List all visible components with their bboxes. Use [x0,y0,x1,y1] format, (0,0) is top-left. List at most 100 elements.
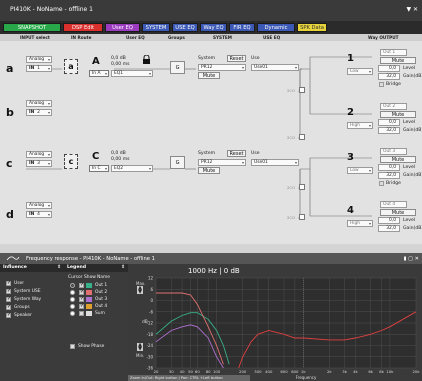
output-name-field[interactable]: Out 1 [380,49,407,56]
col-system: SYSTEM [213,35,232,40]
input-channel-select[interactable]: IN 3 [26,160,52,167]
crossover-toggle[interactable] [299,214,305,220]
system-mute-button[interactable]: Mute [198,167,220,174]
x-tick: 200 [239,369,247,374]
system-select[interactable]: PR12 [198,159,246,166]
tab-0[interactable]: SNAPSHOT [3,23,61,32]
influence-label: System Way [14,297,42,302]
x-tick: 600 [280,369,288,374]
level-spinner[interactable]: 0,0 [378,164,400,171]
col-use-eq: USE EQ [263,35,281,40]
cursor-radio[interactable] [70,290,75,295]
level-spinner[interactable]: 0,0 [378,217,400,224]
group-button[interactable]: G [170,156,185,169]
zoom-hint: Zoom In/Out: Right button | Pan: CTRL +L… [128,375,250,381]
show-phase-checkbox[interactable] [70,344,75,349]
way-select[interactable]: Low [347,167,373,174]
route-in-c[interactable]: c [64,154,78,169]
x-tick: 300 [254,369,262,374]
output-mute-button[interactable]: Mute [380,156,416,163]
influence-label: User [14,281,25,286]
cursor-radio[interactable] [70,297,75,302]
show-checkbox[interactable] [79,289,84,295]
system-mute-button[interactable]: Mute [198,72,220,79]
influence-checkbox[interactable] [6,288,11,294]
input-channel-select[interactable]: IN 4 [26,211,52,218]
frequency-plot[interactable]: 1260-6-12-18-24-30-3620 30 40 50 60 80 100 200 3… [128,264,422,381]
influence-checkbox[interactable] [6,304,11,310]
tab-4[interactable]: USE EQ [172,23,198,32]
system-reset-button[interactable]: Reset [227,150,246,157]
system-select[interactable]: PR12 [198,64,246,71]
route-tag[interactable]: In A [89,70,109,77]
output-mute-button[interactable]: Mute [380,57,416,64]
show-checkbox[interactable] [79,296,84,302]
gain-spinner[interactable]: 32,0 [378,225,400,232]
use-eq-select[interactable]: Use01 [251,159,299,166]
way-select[interactable]: High [347,122,373,129]
y-tick: -6 [149,309,153,314]
system-label: System [198,56,216,61]
bridge-checkbox[interactable] [379,181,384,186]
crossover-toggle[interactable] [299,134,305,140]
output-mute-button[interactable]: Mute [380,209,416,216]
show-checkbox[interactable] [79,282,84,288]
freq-window-controls[interactable]: ▮ ▢ ✕ [404,256,419,262]
input-type-select[interactable]: Analog [26,151,52,158]
gain-spinner[interactable]: 32,0 [378,73,400,80]
input-channel-select[interactable]: IN 1 [26,65,52,72]
tab-1[interactable]: DSP Edit [63,23,103,32]
legend-panel: Legend⇕ Cursor Show Name Out 1 Out 2 Out 3… [64,264,128,381]
show-checkbox[interactable] [79,303,84,309]
level-spinner[interactable]: 0,0 [378,119,400,126]
show-checkbox[interactable] [79,311,84,316]
crossover-toggle[interactable] [299,184,305,190]
x-tick: 800 [291,369,299,374]
crossover-label: 2CO [287,215,296,220]
output-name-field[interactable]: Out 3 [380,148,407,155]
output-mute-button[interactable]: Mute [380,111,416,118]
influence-checkbox[interactable] [6,280,11,286]
tab-5[interactable]: Way EQ [200,23,227,32]
tab-7[interactable]: Dynamic [257,23,295,32]
x-axis-label: Frequency [296,375,317,380]
bridge-label: Bridge [386,181,401,186]
user-eq-select[interactable]: EQ2 [111,165,153,172]
output-name-field[interactable]: Out 2 [380,103,407,110]
input-type-select[interactable]: Analog [26,56,52,63]
route-in-a[interactable]: a [64,59,78,74]
tab-bar: SNAPSHOT DSP Edit User EQ SYSTEM USE EQ Way E… [0,21,422,34]
input-type-select[interactable]: Analog [26,202,52,209]
influence-checkbox[interactable] [6,312,11,318]
system-reset-button[interactable]: Reset [227,55,246,62]
legend-title: Legend ⇕ [64,264,128,272]
tab-6[interactable]: FIR EQ [229,23,255,32]
cursor-radio[interactable] [70,304,75,309]
group-button[interactable]: G [170,61,185,74]
way-select[interactable]: Low [347,68,373,75]
window-controls[interactable]: ▼ ✕ [406,6,418,13]
gain-spinner[interactable]: 32,0 [378,127,400,134]
level-spinner[interactable]: 0,0 [378,65,400,72]
bridge-checkbox[interactable] [379,82,384,87]
x-tick: 4k [353,369,358,374]
lock-icon[interactable] [142,54,151,64]
col-in-route: IN Route [71,35,92,40]
use-eq-select[interactable]: Use01 [251,64,299,71]
cursor-radio[interactable] [70,283,75,288]
gain-spinner[interactable]: 32,0 [378,172,400,179]
influence-checkbox[interactable] [6,296,11,302]
tab-8[interactable]: SPK Data [297,23,327,32]
series-swatch [86,304,92,309]
tab-2[interactable]: User EQ [105,23,140,32]
crossover-toggle[interactable] [299,87,305,93]
cursor-radio[interactable] [70,311,75,316]
input-channel-select[interactable]: IN 2 [26,109,52,116]
input-type-select[interactable]: Analog [26,100,52,107]
way-select[interactable]: High [347,220,373,227]
tab-3[interactable]: SYSTEM [142,23,170,32]
user-eq-select[interactable]: EQ1 [111,70,153,77]
gain-label: Gain(dB) [403,74,422,79]
output-name-field[interactable]: Out 4 [380,201,407,208]
route-tag[interactable]: In C [89,165,109,172]
